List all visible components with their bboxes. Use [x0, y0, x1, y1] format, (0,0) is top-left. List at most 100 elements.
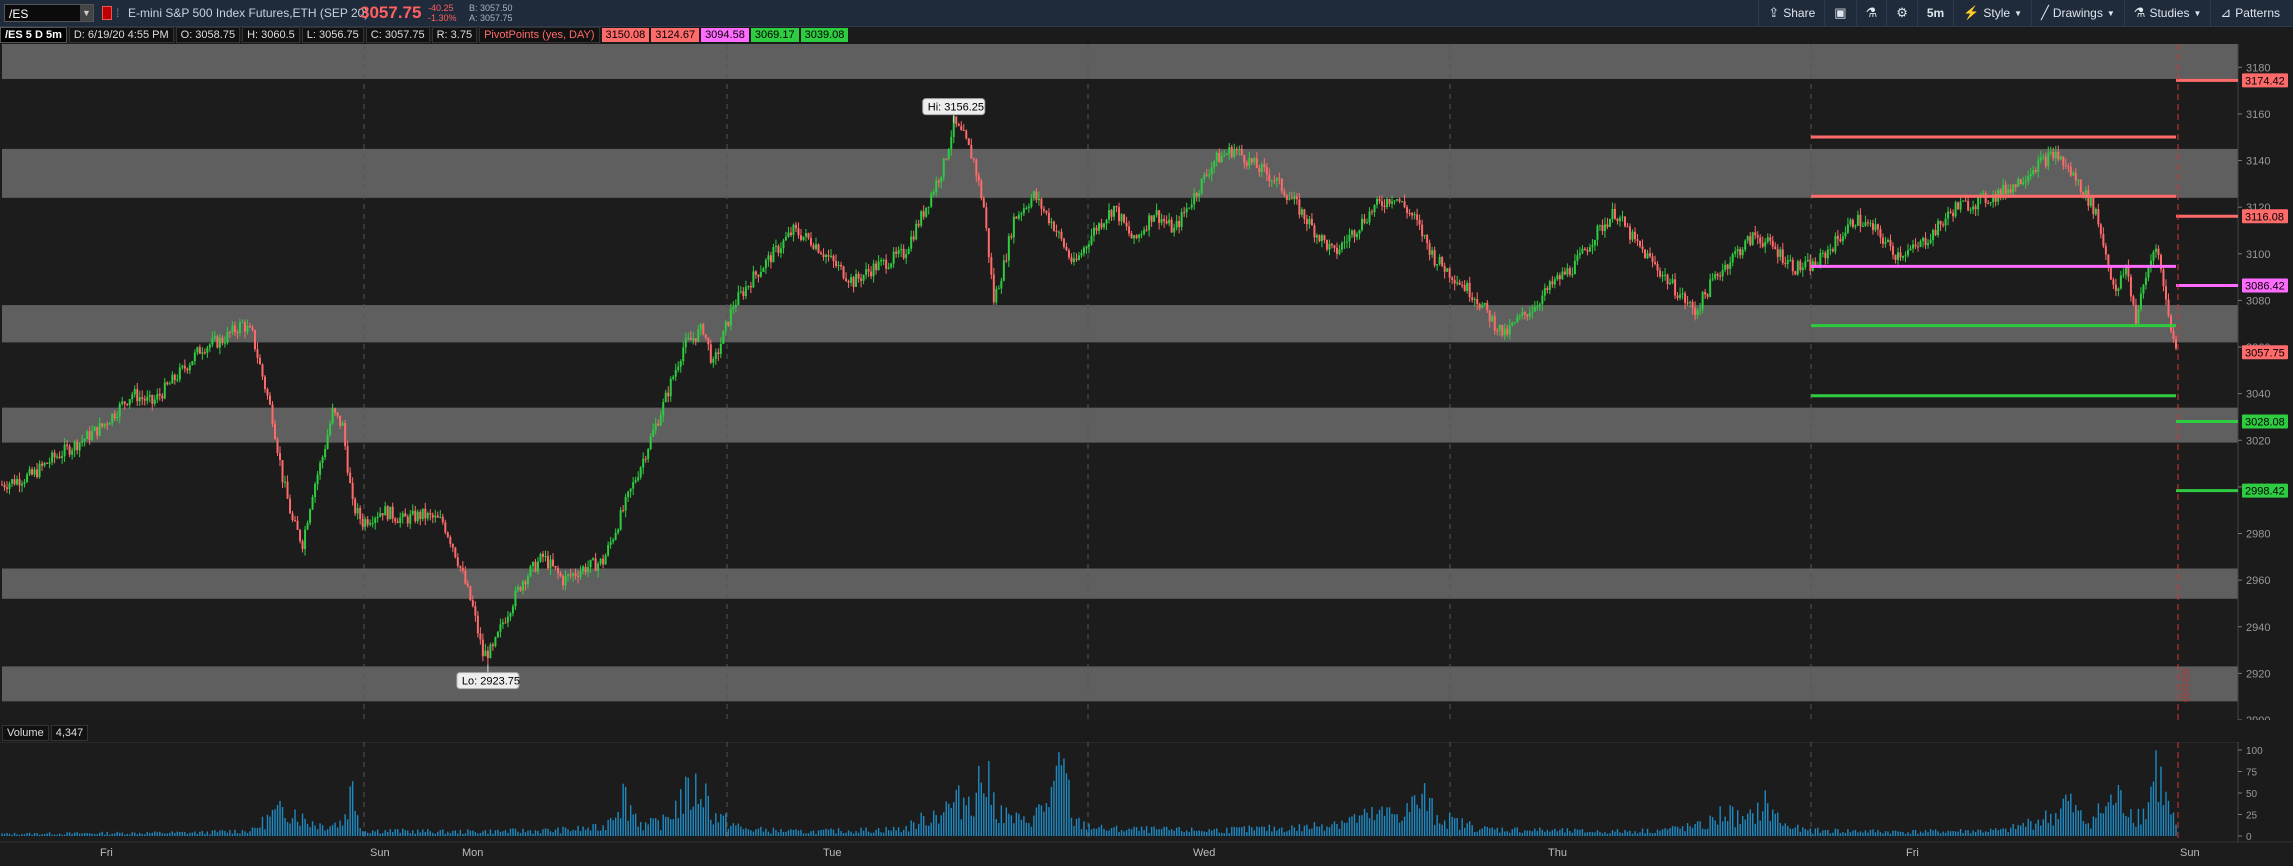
- candle-body: [852, 277, 855, 287]
- candle-body: [564, 575, 567, 586]
- candle-body: [1649, 253, 1652, 257]
- candle-body: [361, 518, 364, 527]
- candle-body: [1561, 271, 1564, 280]
- candle-body: [1804, 261, 1807, 268]
- candle-body: [1072, 258, 1075, 262]
- timeframe-badge[interactable]: /ES 5 D 5m: [0, 27, 67, 43]
- candle-body: [1681, 293, 1684, 295]
- candle-body: [248, 326, 251, 328]
- candle-body: [238, 322, 241, 334]
- candle-body: [1709, 279, 1712, 297]
- candle-body: [223, 342, 226, 344]
- volume-chart[interactable]: 0 25 50 75 100 Fri Sun Mon Tue Wed Thu Fri Sun: [0, 742, 2293, 866]
- candle-body: [712, 358, 715, 363]
- candle-body: [707, 337, 710, 345]
- patterns-button[interactable]: ⊿ Patterns: [2210, 0, 2289, 26]
- candle-body: [1456, 282, 1459, 284]
- candle-body: [592, 558, 595, 560]
- candle-body: [1771, 240, 1774, 247]
- candle-body: [1310, 218, 1313, 226]
- candle-body: [717, 352, 720, 354]
- style-button[interactable]: ⚡ Style ▼: [1953, 0, 2031, 26]
- share-button[interactable]: ⇪ Share: [1758, 0, 1824, 26]
- link-icon[interactable]: ⁞: [116, 6, 119, 20]
- candle-body: [962, 129, 965, 131]
- candle-body: [1639, 240, 1642, 247]
- candle-body: [674, 369, 677, 377]
- candle-body: [106, 423, 109, 425]
- snapshot-button[interactable]: ▣: [1824, 0, 1855, 26]
- candle-body: [832, 255, 835, 262]
- price-chart[interactable]: 2900292029402960298030003020304030603080…: [0, 44, 2293, 720]
- candle-body: [1473, 299, 1476, 301]
- candle-body: [950, 136, 953, 150]
- candle-body: [1005, 260, 1008, 262]
- settings-button[interactable]: ⚙: [1886, 0, 1917, 26]
- candle-body: [1528, 312, 1531, 317]
- candle-body: [1308, 218, 1311, 225]
- candle-body: [1416, 214, 1419, 221]
- candle-body: [1543, 288, 1546, 296]
- flask-button[interactable]: ⚗: [1855, 0, 1887, 26]
- candle-body: [1666, 274, 1669, 285]
- candle-body: [1531, 311, 1534, 313]
- candle-body: [1503, 328, 1506, 336]
- candle-body: [48, 462, 51, 464]
- candle-body: [727, 321, 730, 326]
- candle-body: [2139, 293, 2142, 310]
- x-tick-label-4: Wed: [1193, 847, 1215, 859]
- candle-body: [504, 622, 507, 624]
- candle-body: [1987, 202, 1990, 204]
- candle-body: [33, 469, 36, 475]
- pivot-study-label[interactable]: PivotPoints (yes, DAY): [479, 27, 600, 43]
- candle-body: [216, 336, 219, 348]
- candle-body: [1984, 193, 1987, 203]
- candle-body: [203, 352, 206, 354]
- candle-body: [1937, 220, 1940, 236]
- candle-body: [366, 519, 369, 525]
- candle-body: [1082, 247, 1085, 254]
- candle-body: [1238, 148, 1241, 150]
- pct-change: -1.30%: [428, 13, 457, 23]
- candle-body: [1158, 210, 1161, 223]
- flag-icon[interactable]: [102, 6, 112, 20]
- candle-body: [967, 138, 970, 145]
- candle-body: [1854, 225, 1857, 227]
- timeframe-button[interactable]: 5m: [1916, 0, 1953, 26]
- candle-body: [1901, 255, 1904, 258]
- candle-body: [336, 412, 339, 416]
- candle-body: [1423, 234, 1426, 237]
- candle-body: [1831, 249, 1834, 252]
- candle-body: [1378, 198, 1381, 202]
- symbol-text: /ES: [9, 7, 29, 21]
- candle-body: [1255, 158, 1258, 168]
- candle-body: [945, 158, 948, 160]
- candle-body: [524, 581, 527, 585]
- vol-tick-label-3: 75: [2246, 768, 2258, 779]
- studies-button[interactable]: ⚗ Studies ▼: [2123, 0, 2211, 26]
- candle-body: [461, 567, 464, 571]
- candle-body: [1691, 301, 1694, 309]
- candle-body: [243, 322, 246, 332]
- drawings-button[interactable]: ╱ Drawings ▼: [2031, 0, 2124, 26]
- candle-body: [1846, 224, 1849, 233]
- candle-body: [1651, 256, 1654, 262]
- candle-body: [1593, 239, 1596, 246]
- candle-body: [1303, 209, 1306, 220]
- candle-body: [1884, 241, 1887, 244]
- candle-body: [271, 404, 274, 424]
- candle-body: [1947, 211, 1950, 219]
- y-tick-label-4: 2980: [2246, 529, 2270, 541]
- candle-body: [882, 259, 885, 261]
- pivot-chip-r2: 3150.08: [601, 28, 650, 42]
- candle-body: [306, 522, 309, 530]
- candle-body: [1381, 201, 1384, 206]
- candle-body: [324, 448, 327, 458]
- candle-body: [369, 523, 372, 525]
- candle-body: [1411, 213, 1414, 216]
- candle-body: [2059, 156, 2062, 160]
- candle-body: [141, 397, 144, 399]
- vol-tick-label-0: 0: [2246, 832, 2252, 843]
- chevron-down-icon[interactable]: ▼: [80, 5, 93, 21]
- candle-body: [892, 251, 895, 264]
